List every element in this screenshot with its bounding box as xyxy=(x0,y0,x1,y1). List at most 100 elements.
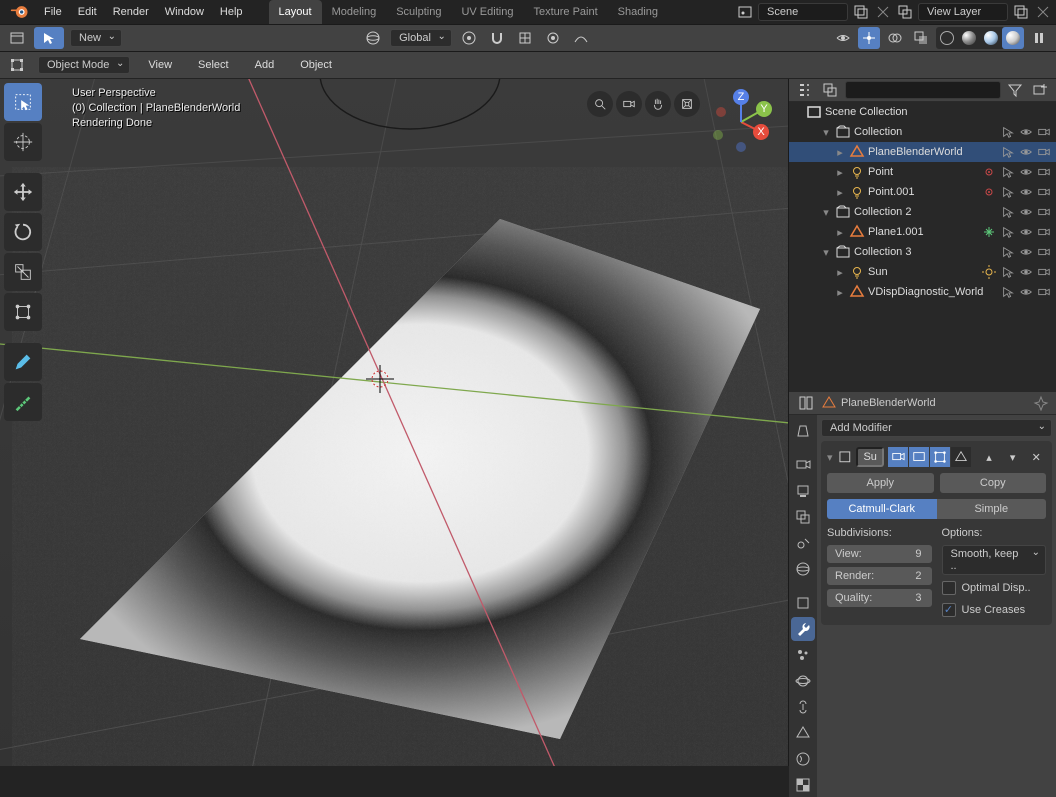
pause-render-icon[interactable] xyxy=(1028,27,1050,49)
restrict-render-icon[interactable] xyxy=(1036,264,1052,280)
ptab-material[interactable] xyxy=(791,747,815,771)
mod-show-render-icon[interactable] xyxy=(888,447,908,467)
scene-delete-icon[interactable] xyxy=(874,3,892,21)
tree-expand-icon[interactable]: ▾ xyxy=(820,246,832,259)
ptab-object[interactable] xyxy=(791,591,815,615)
menu-window[interactable]: Window xyxy=(157,2,212,22)
outliner-tree[interactable]: Scene Collection ▾Collection ▸PlaneBlend… xyxy=(789,102,1056,392)
panel-toggle-icon[interactable]: ▾ xyxy=(827,451,833,464)
restrict-render-icon[interactable] xyxy=(1036,144,1052,160)
tree-expand-icon[interactable]: ▸ xyxy=(834,286,846,299)
mod-move-down-icon[interactable]: ▾ xyxy=(1003,447,1023,467)
tree-expand-icon[interactable]: ▸ xyxy=(834,186,846,199)
subdiv-render-input[interactable]: Render:2 xyxy=(827,567,932,585)
gizmo-toggle-icon[interactable] xyxy=(858,27,880,49)
restrict-select-icon[interactable] xyxy=(1000,244,1016,260)
subdiv-quality-input[interactable]: Quality:3 xyxy=(827,589,932,607)
tree-expand-icon[interactable]: ▾ xyxy=(820,126,832,139)
workspace-sculpting[interactable]: Sculpting xyxy=(386,0,451,24)
workspace-shading[interactable]: Shading xyxy=(608,0,668,24)
scene-new-icon[interactable] xyxy=(852,3,870,21)
overlay-toggle-icon[interactable] xyxy=(884,27,906,49)
tree-row-vdispdiagnostic-world[interactable]: ▸VDispDiagnostic_World xyxy=(789,282,1056,302)
ptab-scene[interactable] xyxy=(791,531,815,555)
shading-rendered[interactable] xyxy=(1002,27,1024,49)
tool-cursor[interactable] xyxy=(4,123,42,161)
viewlayer-delete-icon[interactable] xyxy=(1034,3,1052,21)
mod-show-viewport-icon[interactable] xyxy=(909,447,929,467)
select-box-tool-icon[interactable] xyxy=(34,27,64,49)
restrict-render-icon[interactable] xyxy=(1036,124,1052,140)
restrict-viewport-icon[interactable] xyxy=(1018,164,1034,180)
restrict-render-icon[interactable] xyxy=(1036,224,1052,240)
workspace-modeling[interactable]: Modeling xyxy=(322,0,387,24)
ptab-constraints[interactable] xyxy=(791,695,815,719)
tree-row-sun[interactable]: ▸Sun xyxy=(789,262,1056,282)
restrict-render-icon[interactable] xyxy=(1036,164,1052,180)
tree-expand-icon[interactable]: ▸ xyxy=(834,266,846,279)
shading-matprev[interactable] xyxy=(980,27,1002,49)
menu-edit[interactable]: Edit xyxy=(70,2,105,22)
xray-toggle-icon[interactable] xyxy=(910,27,932,49)
restrict-viewport-icon[interactable] xyxy=(1018,284,1034,300)
nav-camera-icon[interactable] xyxy=(616,91,642,117)
menu-file[interactable]: File xyxy=(36,2,70,22)
menu-help[interactable]: Help xyxy=(212,2,251,22)
tree-row-point[interactable]: ▸Point xyxy=(789,162,1056,182)
subdivision-simple-button[interactable]: Simple xyxy=(937,499,1047,519)
restrict-render-icon[interactable] xyxy=(1036,204,1052,220)
ptab-viewlayer[interactable] xyxy=(791,505,815,529)
tool-rotate[interactable] xyxy=(4,213,42,251)
restrict-select-icon[interactable] xyxy=(1000,124,1016,140)
nav-pan-icon[interactable] xyxy=(645,91,671,117)
nav-zoom-icon[interactable] xyxy=(587,91,613,117)
use-creases-checkbox[interactable] xyxy=(942,603,956,617)
pivot-icon[interactable] xyxy=(458,27,480,49)
tree-row-point-001[interactable]: ▸Point.001 xyxy=(789,182,1056,202)
restrict-viewport-icon[interactable] xyxy=(1018,144,1034,160)
snap-toggle-icon[interactable] xyxy=(486,27,508,49)
restrict-select-icon[interactable] xyxy=(1000,164,1016,180)
tree-expand-icon[interactable]: ▾ xyxy=(820,206,832,219)
nav-perspective-icon[interactable] xyxy=(674,91,700,117)
tree-row-planeblenderworld[interactable]: ▸PlaneBlenderWorld xyxy=(789,142,1056,162)
ptab-texture[interactable] xyxy=(791,773,815,797)
viewlayer-name-input[interactable]: View Layer xyxy=(918,3,1008,21)
ptab-world[interactable] xyxy=(791,557,815,581)
tree-expand-icon[interactable]: ▸ xyxy=(834,146,846,159)
snap-type-icon[interactable] xyxy=(514,27,536,49)
orientation-dropdown[interactable]: Global xyxy=(390,29,452,47)
scene-browse-icon[interactable] xyxy=(736,3,754,21)
properties-editor-icon[interactable] xyxy=(795,392,817,414)
mode-icon[interactable] xyxy=(6,54,28,76)
nav-gizmo[interactable]: X Y Z xyxy=(706,87,776,157)
outliner-new-collection-icon[interactable] xyxy=(1029,79,1050,101)
pin-icon[interactable] xyxy=(1032,394,1050,412)
tool-transform[interactable] xyxy=(4,293,42,331)
view-menu[interactable]: View xyxy=(140,55,180,75)
shading-wireframe[interactable] xyxy=(936,27,958,49)
restrict-render-icon[interactable] xyxy=(1036,184,1052,200)
proportional-falloff-icon[interactable] xyxy=(570,27,592,49)
ptab-particles[interactable] xyxy=(791,643,815,667)
restrict-select-icon[interactable] xyxy=(1000,264,1016,280)
restrict-viewport-icon[interactable] xyxy=(1018,204,1034,220)
subdiv-view-input[interactable]: View:9 xyxy=(827,545,932,563)
outliner-display-icon[interactable] xyxy=(820,79,841,101)
preset-dropdown[interactable]: New xyxy=(70,29,122,47)
subdivision-catmull-button[interactable]: Catmull-Clark xyxy=(827,499,937,519)
add-menu[interactable]: Add xyxy=(247,55,283,75)
tree-scene-collection[interactable]: Scene Collection xyxy=(789,102,1056,122)
orientation-icon[interactable] xyxy=(362,27,384,49)
workspace-layout[interactable]: Layout xyxy=(269,0,322,24)
restrict-select-icon[interactable] xyxy=(1000,184,1016,200)
restrict-select-icon[interactable] xyxy=(1000,224,1016,240)
modifier-apply-button[interactable]: Apply xyxy=(827,473,934,493)
outliner-search-input[interactable] xyxy=(845,81,1001,99)
tool-annotate[interactable] xyxy=(4,343,42,381)
workspace-uv[interactable]: UV Editing xyxy=(451,0,523,24)
restrict-select-icon[interactable] xyxy=(1000,204,1016,220)
ptab-mesh[interactable] xyxy=(791,721,815,745)
mod-show-editmode-icon[interactable] xyxy=(930,447,950,467)
mod-show-cage-icon[interactable] xyxy=(951,447,971,467)
